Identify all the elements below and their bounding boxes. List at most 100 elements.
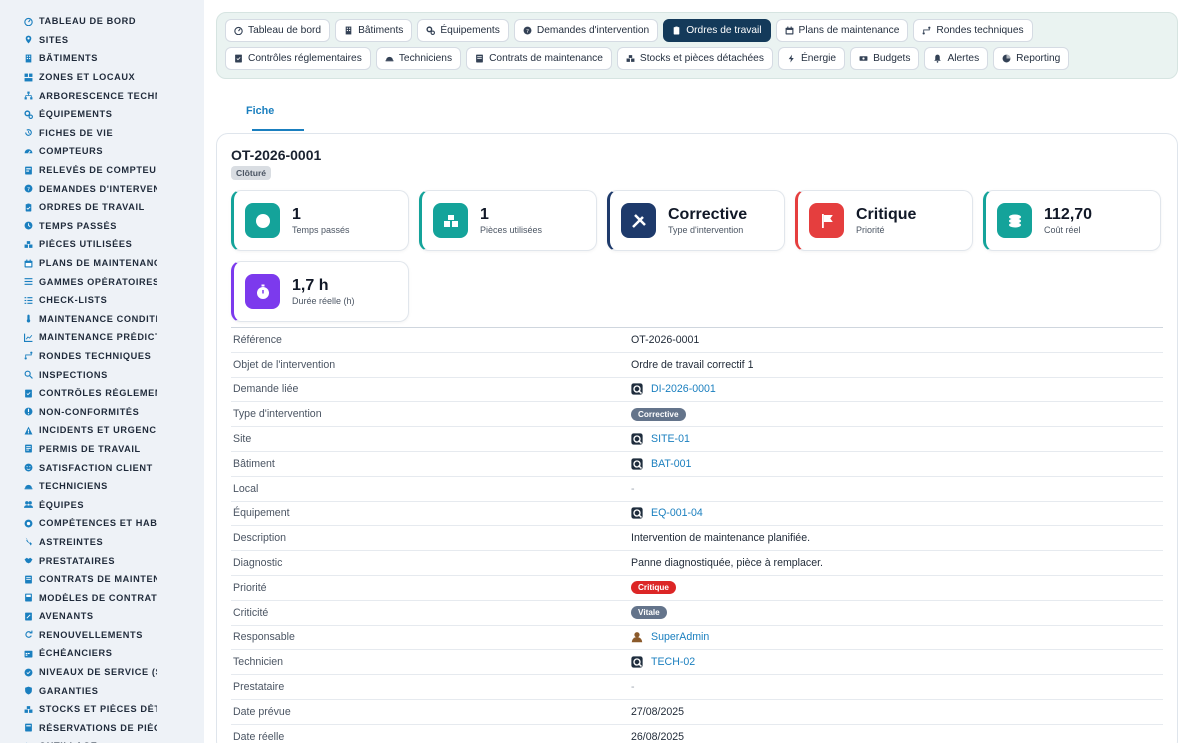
sidebar-item-contrats-de-maintena[interactable]: CONTRATS DE MAINTENA <box>0 570 204 589</box>
sidebar-item-check-lists[interactable]: CHECK-LISTS <box>0 291 204 310</box>
sidebar-item-label: TECHNICIENS <box>39 481 108 492</box>
smile-icon <box>24 463 33 472</box>
nav-button-stocks-et-pieces-detachees[interactable]: Stocks et pièces détachées <box>616 47 773 70</box>
sidebar-item-label: GAMMES OPÉRATOIRES <box>39 276 157 287</box>
sidebar-item-compteurs[interactable]: COMPTEURS <box>0 142 204 161</box>
sidebar-item-outillage[interactable]: OUTILLAGE <box>0 737 204 743</box>
nav-button-tableau-de-bord[interactable]: Tableau de bord <box>225 19 331 42</box>
warning-icon <box>24 426 33 435</box>
sidebar-item-temps-passes[interactable]: TEMPS PASSÉS <box>0 217 204 236</box>
nav-button-ordres-de-travail[interactable]: Ordres de travail <box>663 19 771 42</box>
contract-icon <box>475 54 489 63</box>
phone-icon <box>24 537 33 546</box>
sidebar-item-pieces-utilisees[interactable]: PIÈCES UTILISÉES <box>0 235 204 254</box>
sidebar-item-fiches-de-vie[interactable]: FICHES DE VIE <box>0 124 204 143</box>
schedule-icon <box>24 649 33 658</box>
sidebar-item-niveaux-de-service-sl[interactable]: NIVEAUX DE SERVICE (SL <box>0 663 204 682</box>
nav-button-plans-de-maintenance[interactable]: Plans de maintenance <box>775 19 909 42</box>
table-row: Date prévue 27/08/2025 <box>231 700 1163 725</box>
nav-button-demandes-d-intervention[interactable]: ? Demandes d'intervention <box>513 19 659 42</box>
sidebar-item-permis-de-travail[interactable]: PERMIS DE TRAVAIL <box>0 440 204 459</box>
nav-button-energie[interactable]: Énergie <box>777 47 846 70</box>
field-link[interactable]: TECH-02 <box>631 656 695 668</box>
field-link[interactable]: EQ-001-04 <box>631 507 703 519</box>
sidebar-item-label: TABLEAU DE BORD <box>39 16 137 27</box>
kpi-card: Critique Priorité <box>795 190 973 251</box>
amend-icon <box>24 612 33 621</box>
gears-icon <box>426 26 440 35</box>
kpi-label: Temps passés <box>292 225 350 235</box>
sidebar-item-stocks-et-pieces-deta[interactable]: STOCKS ET PIÈCES DÉTA <box>0 700 204 719</box>
field-value: OT-2026-0001 <box>631 333 700 346</box>
sidebar-item-modeles-de-contrats[interactable]: MODÈLES DE CONTRATS <box>0 588 204 607</box>
sidebar-item-non-conformites[interactable]: NON-CONFORMITÉS <box>0 402 204 421</box>
nav-button-reporting[interactable]: Reporting <box>993 47 1070 70</box>
boxes-icon <box>433 203 468 238</box>
field-link-text: DI-2026-0001 <box>651 383 716 396</box>
sidebar-item-incidents-et-urgences[interactable]: INCIDENTS ET URGENCES <box>0 421 204 440</box>
field-link[interactable]: DI-2026-0001 <box>631 383 716 395</box>
nav-button-batiments[interactable]: Bâtiments <box>335 19 413 42</box>
nav-button-rondes-techniques[interactable]: Rondes techniques <box>913 19 1033 42</box>
sidebar-item-astreintes[interactable]: ASTREINTES <box>0 533 204 552</box>
sidebar-item-equipements[interactable]: ÉQUIPEMENTS <box>0 105 204 124</box>
sidebar-item-avenants[interactable]: AVENANTS <box>0 607 204 626</box>
sidebar-item-releves-de-compteurs[interactable]: RELEVÉS DE COMPTEURS <box>0 161 204 180</box>
sidebar-item-arborescence-techni[interactable]: ARBORESCENCE TECHNI <box>0 86 204 105</box>
sidebar-item-inspections[interactable]: INSPECTIONS <box>0 365 204 384</box>
sidebar-item-label: RENOUVELLEMENTS <box>39 629 143 640</box>
field-link[interactable]: BAT-001 <box>631 458 691 470</box>
field-label: Demande liée <box>233 383 299 396</box>
field-link[interactable]: SITE-01 <box>631 433 690 445</box>
sidebar-item-reservations-de-piece[interactable]: RÉSERVATIONS DE PIÈCE <box>0 719 204 738</box>
route-icon <box>24 351 33 360</box>
kpi-text: 1 Temps passés <box>292 206 350 235</box>
sidebar-item-satisfaction-client[interactable]: SATISFACTION CLIENT <box>0 458 204 477</box>
sidebar-item-renouvellements[interactable]: RENOUVELLEMENTS <box>0 626 204 645</box>
sidebar-item-zones-et-locaux[interactable]: ZONES ET LOCAUX <box>0 68 204 87</box>
table-row: Priorité Critique <box>231 576 1163 601</box>
sidebar-item-label: STOCKS ET PIÈCES DÉTA <box>39 704 157 715</box>
sidebar-item-rondes-techniques[interactable]: RONDES TECHNIQUES <box>0 347 204 366</box>
users-icon <box>24 500 33 509</box>
sidebar-item-batiments[interactable]: BÂTIMENTS <box>0 49 204 68</box>
field-link[interactable]: SuperAdmin <box>631 631 709 643</box>
nav-button-label: Bâtiments <box>358 25 404 36</box>
zones-icon <box>24 73 33 82</box>
sidebar-item-garanties[interactable]: GARANTIES <box>0 681 204 700</box>
sidebar-item-equipes[interactable]: ÉQUIPES <box>0 495 204 514</box>
field-value: - <box>631 482 635 495</box>
nav-button-techniciens[interactable]: Techniciens <box>375 47 462 70</box>
sidebar-item-plans-de-maintenance[interactable]: PLANS DE MAINTENANCE <box>0 254 204 273</box>
kpi-text: Corrective Type d'intervention <box>668 206 747 235</box>
nav-button-equipements[interactable]: Équipements <box>417 19 509 42</box>
sidebar-item-echeanciers[interactable]: ÉCHÉANCIERS <box>0 644 204 663</box>
sidebar-item-maintenance-predicti[interactable]: MAINTENANCE PRÉDICTI <box>0 328 204 347</box>
sidebar-item-demandes-d-intervent[interactable]: ? DEMANDES D'INTERVENT <box>0 179 204 198</box>
tree-icon <box>24 91 33 100</box>
table-row: Équipement EQ-001-04 <box>231 502 1163 527</box>
sidebar-item-maintenance-conditio[interactable]: MAINTENANCE CONDITIO <box>0 310 204 329</box>
thermometer-icon <box>24 314 33 323</box>
sidebar-item-sites[interactable]: SITES <box>0 31 204 50</box>
nav-button-alertes[interactable]: Alertes <box>924 47 989 70</box>
sidebar-item-label: PLANS DE MAINTENANCE <box>39 258 157 269</box>
nav-button-controles-reglementaires[interactable]: Contrôles réglementaires <box>225 47 371 70</box>
field-label: Priorité <box>233 581 267 594</box>
sidebar-item-label: SATISFACTION CLIENT <box>39 462 153 473</box>
sidebar-item-controles-reglement[interactable]: CONTRÔLES RÉGLEMENT <box>0 384 204 403</box>
sidebar-item-gammes-operatoires[interactable]: GAMMES OPÉRATOIRES <box>0 272 204 291</box>
sidebar-item-competences-et-habil[interactable]: COMPÉTENCES ET HABIL <box>0 514 204 533</box>
kpi-card: 1 Temps passés <box>231 190 409 251</box>
sidebar-item-tableau-de-bord[interactable]: TABLEAU DE BORD <box>0 12 204 31</box>
nav-button-contrats-de-maintenance[interactable]: Contrats de maintenance <box>466 47 612 70</box>
refresh-icon <box>24 630 33 639</box>
helmet-icon <box>24 482 33 491</box>
stock-icon <box>24 705 33 714</box>
kpi-label: Type d'intervention <box>668 225 744 235</box>
sidebar-item-techniciens[interactable]: TECHNICIENS <box>0 477 204 496</box>
sidebar-item-ordres-de-travail[interactable]: ORDRES DE TRAVAIL <box>0 198 204 217</box>
sidebar-item-prestataires[interactable]: PRESTATAIRES <box>0 551 204 570</box>
nav-button-budgets[interactable]: Budgets <box>850 47 920 70</box>
tab-fiche[interactable]: Fiche <box>234 95 286 131</box>
